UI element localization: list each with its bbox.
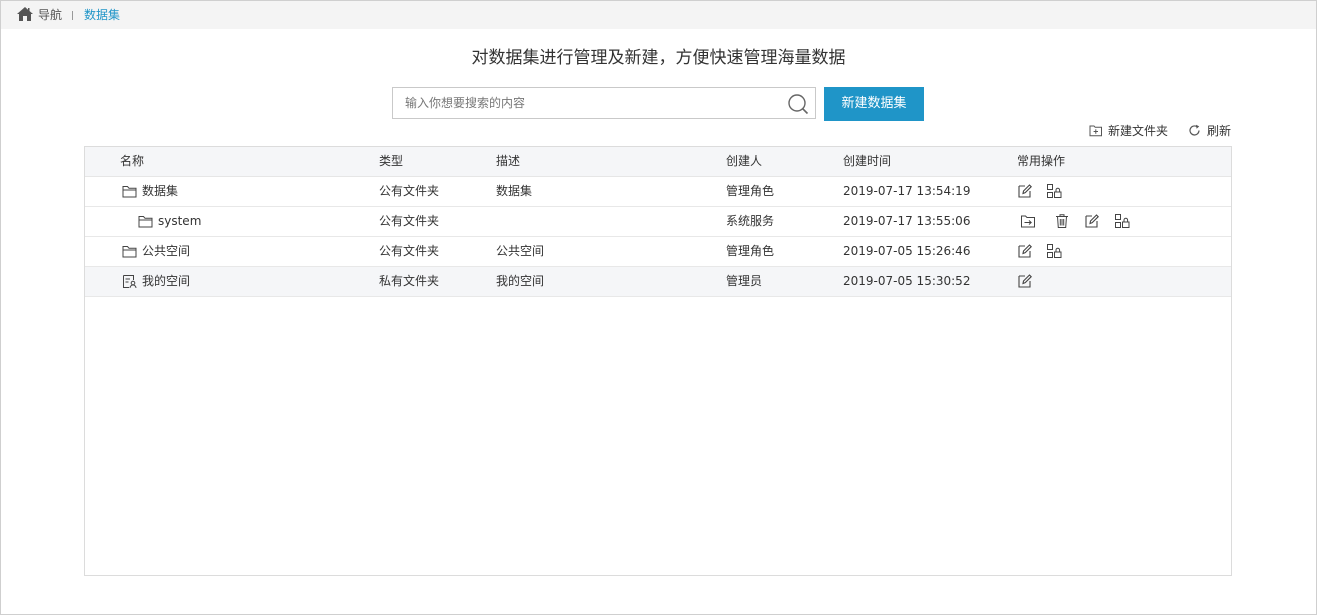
row-type: 公有文件夹 (379, 184, 440, 198)
breadcrumb-bar: 导航 数据集 (1, 1, 1316, 29)
folder-icon (122, 246, 137, 258)
search-field (392, 87, 816, 119)
permission-icon[interactable] (1046, 243, 1062, 259)
column-header-description: 描述 (496, 154, 521, 168)
user-space-icon (123, 275, 137, 289)
breadcrumb-current[interactable]: 数据集 (84, 6, 120, 24)
delete-icon[interactable] (1054, 213, 1070, 229)
row-created-time: 2019-07-17 13:54:19 (843, 184, 971, 198)
refresh-label: 刷新 (1207, 124, 1232, 138)
row-created-time: 2019-07-17 13:55:06 (843, 214, 971, 228)
table-row[interactable]: system 公有文件夹 系统服务 2019-07-17 13:55:06 (85, 207, 1231, 237)
refresh-button[interactable]: 刷新 (1188, 123, 1238, 139)
new-folder-label: 新建文件夹 (1108, 124, 1169, 138)
table-row[interactable]: 公共空间 公有文件夹 公共空间 管理角色 2019-07-05 15:26:46 (85, 237, 1231, 267)
folder-icon (122, 186, 137, 198)
row-description: 公共空间 (496, 244, 545, 258)
edit-icon[interactable] (1017, 243, 1033, 259)
column-header-type: 类型 (379, 154, 404, 168)
column-header-created-time: 创建时间 (843, 154, 892, 168)
edit-icon[interactable] (1084, 213, 1100, 229)
row-created-time: 2019-07-05 15:26:46 (843, 244, 971, 258)
table-header: 名称 类型 描述 创建人 创建时间 常用操作 (85, 147, 1231, 177)
refresh-icon (1189, 124, 1200, 136)
row-name[interactable]: 数据集 (142, 177, 178, 206)
new-folder-button[interactable]: 新建文件夹 (1089, 123, 1175, 139)
edit-icon[interactable] (1017, 183, 1033, 199)
home-icon[interactable] (16, 6, 34, 22)
table-row[interactable]: 我的空间 私有文件夹 我的空间 管理员 2019-07-05 15:30:52 (85, 267, 1231, 297)
column-header-creator: 创建人 (726, 154, 763, 168)
permission-icon[interactable] (1046, 183, 1062, 199)
table-row[interactable]: 数据集 公有文件夹 数据集 管理角色 2019-07-17 13:54:19 (85, 177, 1231, 207)
new-dataset-button[interactable]: 新建数据集 (824, 87, 924, 121)
column-header-name: 名称 (120, 154, 145, 168)
permission-icon[interactable] (1114, 213, 1130, 229)
row-name[interactable]: 公共空间 (142, 237, 190, 266)
breadcrumb-home[interactable]: 导航 (38, 6, 62, 24)
row-creator: 管理角色 (726, 244, 775, 258)
row-description: 我的空间 (496, 274, 545, 288)
row-type: 公有文件夹 (379, 244, 440, 258)
row-description: 数据集 (496, 184, 533, 198)
row-name[interactable]: system (158, 207, 201, 236)
folder-icon (138, 216, 153, 228)
edit-icon[interactable] (1017, 273, 1033, 289)
row-creator: 系统服务 (726, 214, 775, 228)
move-icon[interactable] (1020, 213, 1036, 229)
search-input[interactable] (393, 88, 797, 118)
row-creator: 管理角色 (726, 184, 775, 198)
breadcrumb-separator (72, 11, 73, 20)
row-creator: 管理员 (726, 274, 763, 288)
row-type: 私有文件夹 (379, 274, 440, 288)
column-header-actions: 常用操作 (1017, 154, 1066, 168)
search-icon[interactable] (787, 93, 809, 115)
row-name[interactable]: 我的空间 (142, 267, 190, 296)
page-subtitle: 对数据集进行管理及新建，方便快速管理海量数据 (471, 48, 846, 68)
row-created-time: 2019-07-05 15:30:52 (843, 274, 971, 288)
dataset-table: 名称 类型 描述 创建人 创建时间 常用操作 数据集 公有文件夹 数据集 管理角… (84, 146, 1232, 576)
new-folder-icon (1089, 125, 1102, 137)
row-type: 公有文件夹 (379, 214, 440, 228)
